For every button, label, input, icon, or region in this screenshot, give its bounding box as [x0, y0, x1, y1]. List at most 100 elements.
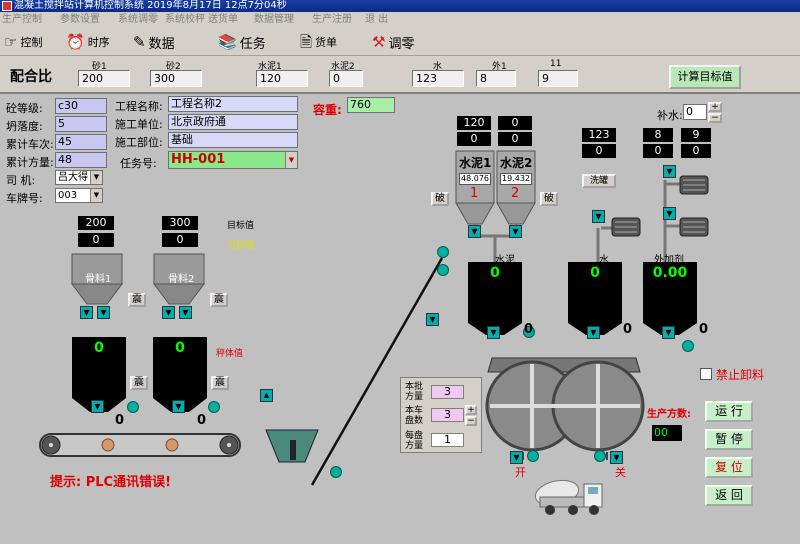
- cem2-name: 水泥2: [500, 156, 533, 170]
- agg1-discharge-valve[interactable]: ▼: [91, 400, 104, 413]
- agg1-current-display: 0: [78, 233, 114, 247]
- truck-batches-field[interactable]: 3: [431, 408, 464, 422]
- water-target-display: 123: [582, 128, 616, 142]
- mixer-gate-open-valve[interactable]: ▼: [510, 451, 523, 464]
- mixer-close-light: [594, 450, 606, 462]
- mixer-close-label: 关: [615, 466, 626, 479]
- pause-button[interactable]: 暂 停: [705, 429, 753, 450]
- water-output-value: 0: [623, 322, 633, 337]
- water-valve[interactable]: ▼: [592, 210, 605, 223]
- each-batch-field[interactable]: 1: [431, 433, 464, 447]
- additive2-valve[interactable]: ▼: [663, 207, 676, 220]
- batches-minus-button[interactable]: −: [465, 416, 477, 426]
- water-weigh-hopper: 0: [568, 262, 622, 323]
- additive-output-value: 0: [699, 322, 709, 337]
- mixer-open-label: 开: [515, 466, 526, 479]
- production-count-label: 生产方数:: [647, 409, 691, 420]
- each-batch-label: 每盘方量: [405, 431, 424, 451]
- belt-sensor-1: [437, 246, 449, 258]
- water-pump: [611, 217, 641, 237]
- current-value-label: 当前值: [227, 241, 255, 251]
- belt-valve[interactable]: ▼: [426, 313, 439, 326]
- scale-value-label: 秤体值: [216, 349, 244, 359]
- production-count-display: 00: [652, 425, 682, 441]
- cem1-name: 水泥1: [459, 156, 492, 170]
- cem2-level-display: 19.432: [500, 173, 532, 185]
- mixer-open-light: [527, 450, 539, 462]
- agg2-weigh-hopper: 0: [153, 337, 207, 398]
- flush-button[interactable]: 洗罐: [582, 174, 616, 188]
- agg2-shake-button[interactable]: 震: [210, 293, 228, 307]
- agg2-scale-value: 0: [175, 340, 185, 356]
- water-scale-value: 0: [590, 265, 600, 281]
- cem2-number: 2: [511, 186, 520, 201]
- agg2-target-display: 300: [162, 216, 198, 230]
- cem2-valve[interactable]: ▼: [509, 225, 522, 238]
- agg2-current-display: 0: [162, 233, 198, 247]
- agg1-output-value: 0: [115, 413, 125, 428]
- agg1-valve-right[interactable]: ▼: [97, 306, 110, 319]
- batches-plus-button[interactable]: +: [465, 405, 477, 415]
- supp-water-plus-button[interactable]: +: [708, 102, 722, 112]
- belt-direction-indicator[interactable]: ▲: [260, 389, 273, 402]
- additive1-valve[interactable]: ▼: [663, 165, 676, 178]
- cem1-level-display: 48.076: [459, 173, 491, 185]
- truck-batches-label: 本车盘数: [405, 406, 424, 426]
- additive-status-light: [682, 340, 694, 352]
- mixer-truck-icon: [534, 479, 603, 515]
- cement-scale-value: 0: [490, 265, 500, 281]
- reset-button[interactable]: 复 位: [705, 457, 753, 478]
- batch-volume-label: 本批方量: [405, 382, 424, 402]
- skip-sensor: [330, 466, 342, 478]
- cem2-break-button[interactable]: 破: [540, 192, 558, 206]
- additive-weigh-hopper: 0.00: [643, 262, 697, 323]
- cem2-current-display: 0: [498, 132, 532, 146]
- mixer-gate-close-valve[interactable]: ▼: [610, 451, 623, 464]
- agg1-target-display: 200: [78, 216, 114, 230]
- agg2-name: 骨料2: [168, 274, 195, 285]
- agg2-valve-left[interactable]: ▼: [162, 306, 175, 319]
- cement-weigh-hopper: 0: [468, 262, 522, 323]
- additive1-target-display: 8: [643, 128, 673, 142]
- cem1-valve[interactable]: ▼: [468, 225, 481, 238]
- run-button[interactable]: 运 行: [705, 401, 753, 422]
- additive-pump-2: [679, 217, 709, 237]
- agg2-status-light: [208, 401, 220, 413]
- additive1-current-display: 0: [643, 144, 673, 158]
- agg2-valve-right[interactable]: ▼: [179, 306, 192, 319]
- agg1-scale-value: 0: [94, 340, 104, 356]
- cement-discharge-valve[interactable]: ▼: [487, 326, 500, 339]
- twin-shaft-mixer: [485, 357, 645, 452]
- agg1-weigh-hopper: 0: [72, 337, 126, 398]
- plc-error-message: 提示: PLC通讯错误!: [50, 475, 172, 490]
- water-current-display: 0: [582, 144, 616, 158]
- batch-volume-field[interactable]: 3: [431, 385, 464, 399]
- agg2-hopper-shake-button[interactable]: 震: [211, 376, 229, 390]
- agg2-discharge-valve[interactable]: ▼: [172, 400, 185, 413]
- cem2-target-display: 0: [498, 116, 532, 130]
- target-value-label: 目标值: [227, 221, 255, 231]
- cem1-number: 1: [470, 186, 479, 201]
- agg1-shake-button[interactable]: 震: [128, 293, 146, 307]
- no-unload-label: 禁止卸料: [716, 368, 765, 382]
- supp-water-label: 补水:: [657, 109, 683, 122]
- additive2-current-display: 0: [681, 144, 711, 158]
- back-button[interactable]: 返 回: [705, 485, 753, 506]
- agg1-name: 骨料1: [85, 274, 112, 285]
- water-discharge-valve[interactable]: ▼: [587, 326, 600, 339]
- cem1-target-display: 120: [457, 116, 491, 130]
- batch-panel: 本批方量 3 本车盘数 3 + − 每盘方量 1: [400, 377, 482, 453]
- belt-sensor-2: [437, 264, 449, 276]
- agg1-hopper-shake-button[interactable]: 震: [130, 376, 148, 390]
- supp-water-field[interactable]: 0: [683, 104, 707, 120]
- supp-water-minus-button[interactable]: −: [708, 113, 722, 123]
- agg1-valve-left[interactable]: ▼: [80, 306, 93, 319]
- cem1-current-display: 0: [457, 132, 491, 146]
- cement-output-value: 0: [524, 322, 534, 337]
- cem1-break-button[interactable]: 破: [431, 192, 449, 206]
- additive-scale-value: 0.00: [652, 265, 688, 281]
- additive-pump-1: [679, 175, 709, 195]
- no-unload-checkbox[interactable]: [700, 368, 712, 380]
- additive-discharge-valve[interactable]: ▼: [662, 326, 675, 339]
- skip-hopper: [265, 429, 319, 463]
